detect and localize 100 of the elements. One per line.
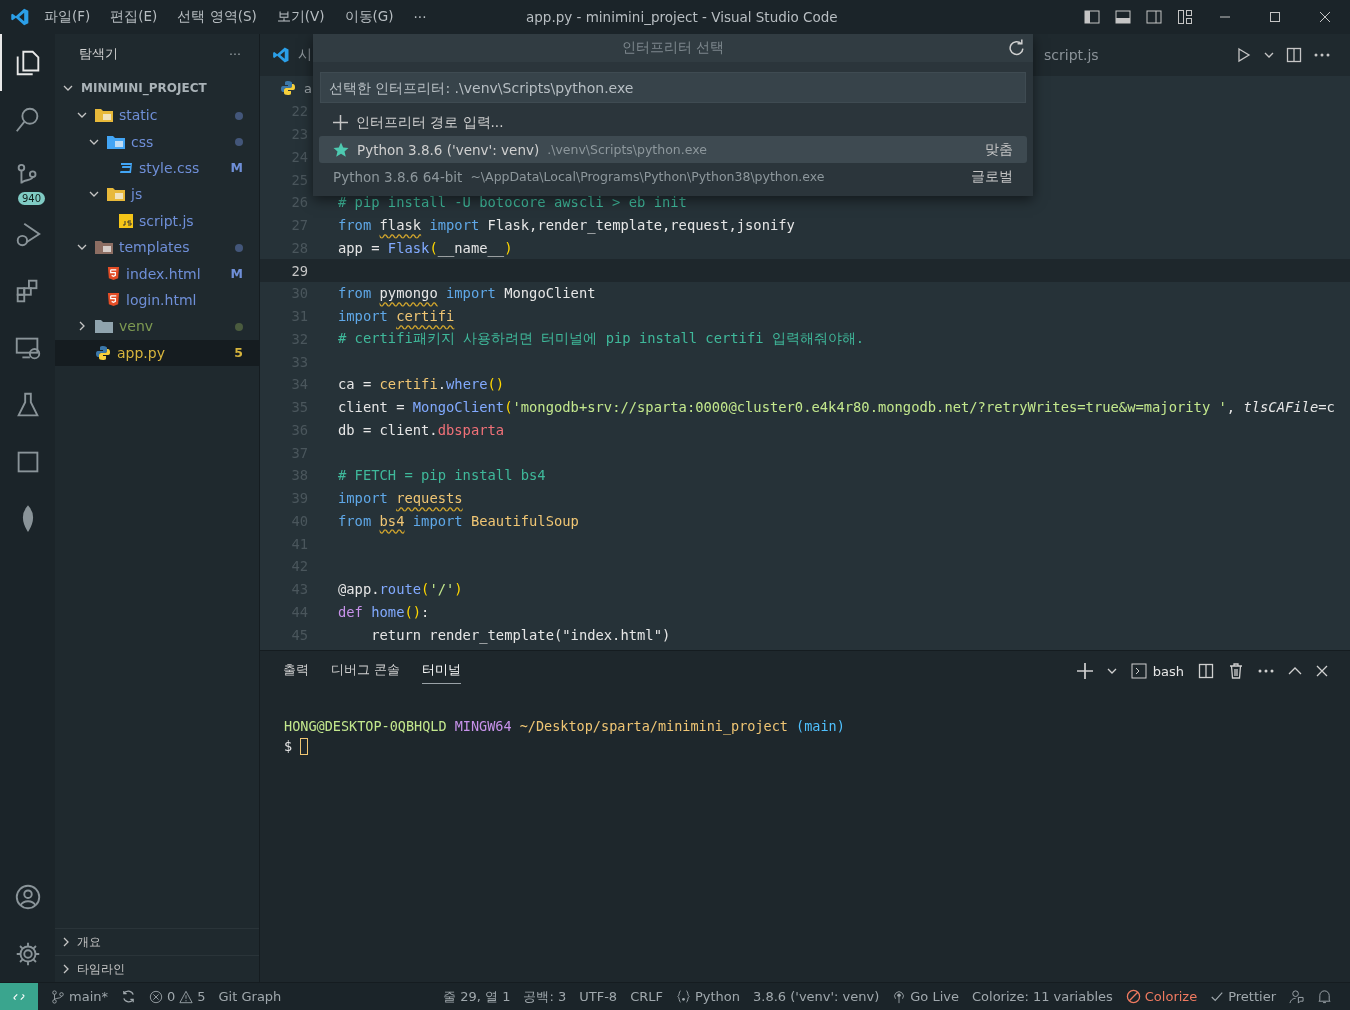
more-icon[interactable] — [1314, 53, 1330, 57]
check-icon — [1210, 989, 1225, 1004]
active-indicator — [0, 34, 2, 91]
run-icon[interactable] — [1236, 47, 1252, 63]
tree-item[interactable]: static — [55, 102, 259, 129]
folder-icon — [95, 240, 113, 255]
html-file-icon — [107, 292, 120, 308]
tree-item[interactable]: script.js — [55, 207, 259, 234]
warning-icon[interactable] — [179, 989, 194, 1004]
tree-item[interactable]: style.css M — [55, 154, 259, 182]
code-line: client = MongoClient('mongodb+srv://sparta:0000@cluster0.e4k4r80.mongodb.net/?retryWrites=true&w=majority ', tlsCAFile=c — [338, 399, 1335, 416]
project-header[interactable]: MINIMINI_PROJECT — [55, 74, 259, 102]
vscode-logo-icon — [272, 46, 290, 64]
code-line: import requests — [338, 490, 463, 507]
maximize-icon[interactable] — [1269, 11, 1281, 23]
panel-toggle-icon[interactable] — [1115, 9, 1131, 25]
status-item[interactable]: Git Graph — [218, 989, 282, 1004]
menu-item[interactable]: ··· — [413, 9, 427, 25]
feedback-icon[interactable] — [1289, 989, 1304, 1004]
code-line: from bs4 import BeautifulSoup — [338, 512, 579, 529]
maximize-panel-icon[interactable] — [1288, 666, 1302, 676]
sidebar-toggle-icon[interactable] — [1084, 9, 1100, 25]
error-count[interactable]: 0 — [167, 989, 176, 1004]
code-line: db = client.dbsparta — [338, 421, 505, 438]
html-file-icon — [107, 266, 120, 282]
tree-item[interactable]: app.py 5 — [55, 339, 259, 366]
menu-item[interactable]: 선택 영역(S) — [177, 8, 257, 26]
tree-item[interactable]: login.html — [55, 286, 259, 314]
item-label: Python 3.8.6 ('venv': venv) — [357, 141, 540, 158]
folder-icon — [95, 319, 113, 334]
editor-tab[interactable]: script.js — [1032, 47, 1099, 63]
quick-pick-item[interactable]: Python 3.8.6 ('venv': venv) .\venv\Scripts\python.exe 맞춤 — [319, 136, 1027, 163]
panel-tab[interactable]: 터미널 — [422, 658, 461, 684]
status-item[interactable]: 공백: 3 — [523, 987, 567, 1006]
status-item[interactable]: UTF-8 — [579, 989, 618, 1004]
plus-icon — [333, 115, 348, 130]
close-icon[interactable] — [1316, 665, 1328, 677]
section-header[interactable]: 개요 — [55, 928, 259, 955]
split-terminal-icon[interactable] — [1198, 663, 1214, 679]
tree-item[interactable]: index.html M — [55, 260, 259, 287]
trash-icon[interactable] — [1228, 663, 1244, 679]
editor-tab[interactable]: 시 — [260, 46, 312, 64]
status-item[interactable]: Colorize: 11 variables — [972, 989, 1113, 1004]
panel-tab[interactable]: 출력 — [283, 658, 309, 684]
more-actions-button[interactable]: ··· — [229, 46, 241, 62]
secondary-sidebar-icon[interactable] — [1146, 9, 1162, 25]
plus-icon[interactable] — [1076, 663, 1093, 679]
code-line: from pymongo import MongoClient — [338, 285, 596, 302]
folder-icon — [95, 108, 113, 123]
chevron-down-icon[interactable] — [1106, 666, 1117, 676]
status-item[interactable]: CRLF — [630, 989, 663, 1004]
vscode-logo-icon — [10, 7, 30, 27]
split-editor-icon[interactable] — [1286, 47, 1302, 63]
status-item[interactable]: Prettier — [1210, 989, 1276, 1004]
code-line: def home(): — [338, 603, 430, 620]
layout-icon[interactable] — [1177, 9, 1193, 25]
menu-item[interactable]: 보기(V) — [276, 8, 325, 26]
menu-item[interactable]: 파일(F) — [44, 8, 91, 26]
error-icon[interactable] — [149, 989, 163, 1004]
tab-label: script.js — [1044, 47, 1099, 63]
breadcrumb-item[interactable]: a — [304, 80, 312, 96]
warning-count[interactable]: 5 — [197, 989, 206, 1004]
quick-pick-item[interactable]: Python 3.8.6 64-bit ~\AppData\Local\Programs\Python\Python38\python.exe 글로벌 — [319, 163, 1027, 190]
search-field[interactable]: 선택한 인터프리터: .\venv\Scripts\python.exe — [320, 72, 1026, 103]
code-line: from flask import Flask,render_template,request,jsonify — [338, 217, 795, 234]
refresh-icon[interactable] — [1008, 39, 1025, 56]
item-tag: 맞춤 — [985, 140, 1013, 159]
tree-item[interactable]: templates — [55, 233, 259, 261]
terminal-selector[interactable]: bash — [1130, 663, 1184, 679]
quick-pick-item[interactable]: 인터프리터 경로 입력... — [319, 109, 1027, 136]
terminal-line: HONG@DESKTOP-0QBHQLD MINGW64 ~/Desktop/sparta/minimini_project (main) — [284, 718, 845, 734]
more-icon[interactable] — [1258, 669, 1274, 673]
item-tag: 글로벌 — [971, 167, 1013, 186]
item-label: Python 3.8.6 64-bit — [333, 168, 463, 185]
status-item[interactable]: 3.8.6 ('venv': venv) — [753, 989, 880, 1004]
branch-item[interactable]: main* — [51, 989, 108, 1004]
close-icon[interactable] — [1319, 11, 1331, 23]
section-title: 개요 — [77, 933, 101, 951]
notifications-icon[interactable] — [1317, 989, 1332, 1004]
status-item[interactable]: 줄 29, 열 1 — [443, 987, 511, 1006]
code-line: # pip install -U botocore awscli > eb init — [338, 194, 687, 211]
python-file-icon — [95, 344, 111, 361]
menu-item[interactable]: 편집(E) — [110, 8, 158, 26]
chevron-down-icon[interactable] — [1264, 50, 1274, 60]
tree-item[interactable]: css — [55, 128, 259, 155]
status-item[interactable]: Python — [675, 989, 741, 1004]
menu-item[interactable]: 이동(G) — [344, 8, 394, 26]
line-number: 29 — [290, 262, 309, 279]
sync-icon[interactable] — [121, 989, 136, 1004]
terminal-cursor — [300, 737, 309, 755]
tree-item[interactable]: js — [55, 181, 259, 208]
tree-item[interactable]: venv — [55, 313, 259, 340]
chevron-down-icon — [63, 83, 73, 93]
status-item[interactable]: Colorize — [1125, 989, 1198, 1004]
branch-icon — [51, 989, 65, 1004]
tab-label: 시 — [298, 46, 312, 64]
status-item[interactable]: Go Live — [892, 989, 959, 1004]
python-file-icon — [280, 80, 296, 96]
code-line: import certifi — [338, 308, 455, 325]
panel-tab[interactable]: 디버그 콘솔 — [331, 658, 400, 684]
